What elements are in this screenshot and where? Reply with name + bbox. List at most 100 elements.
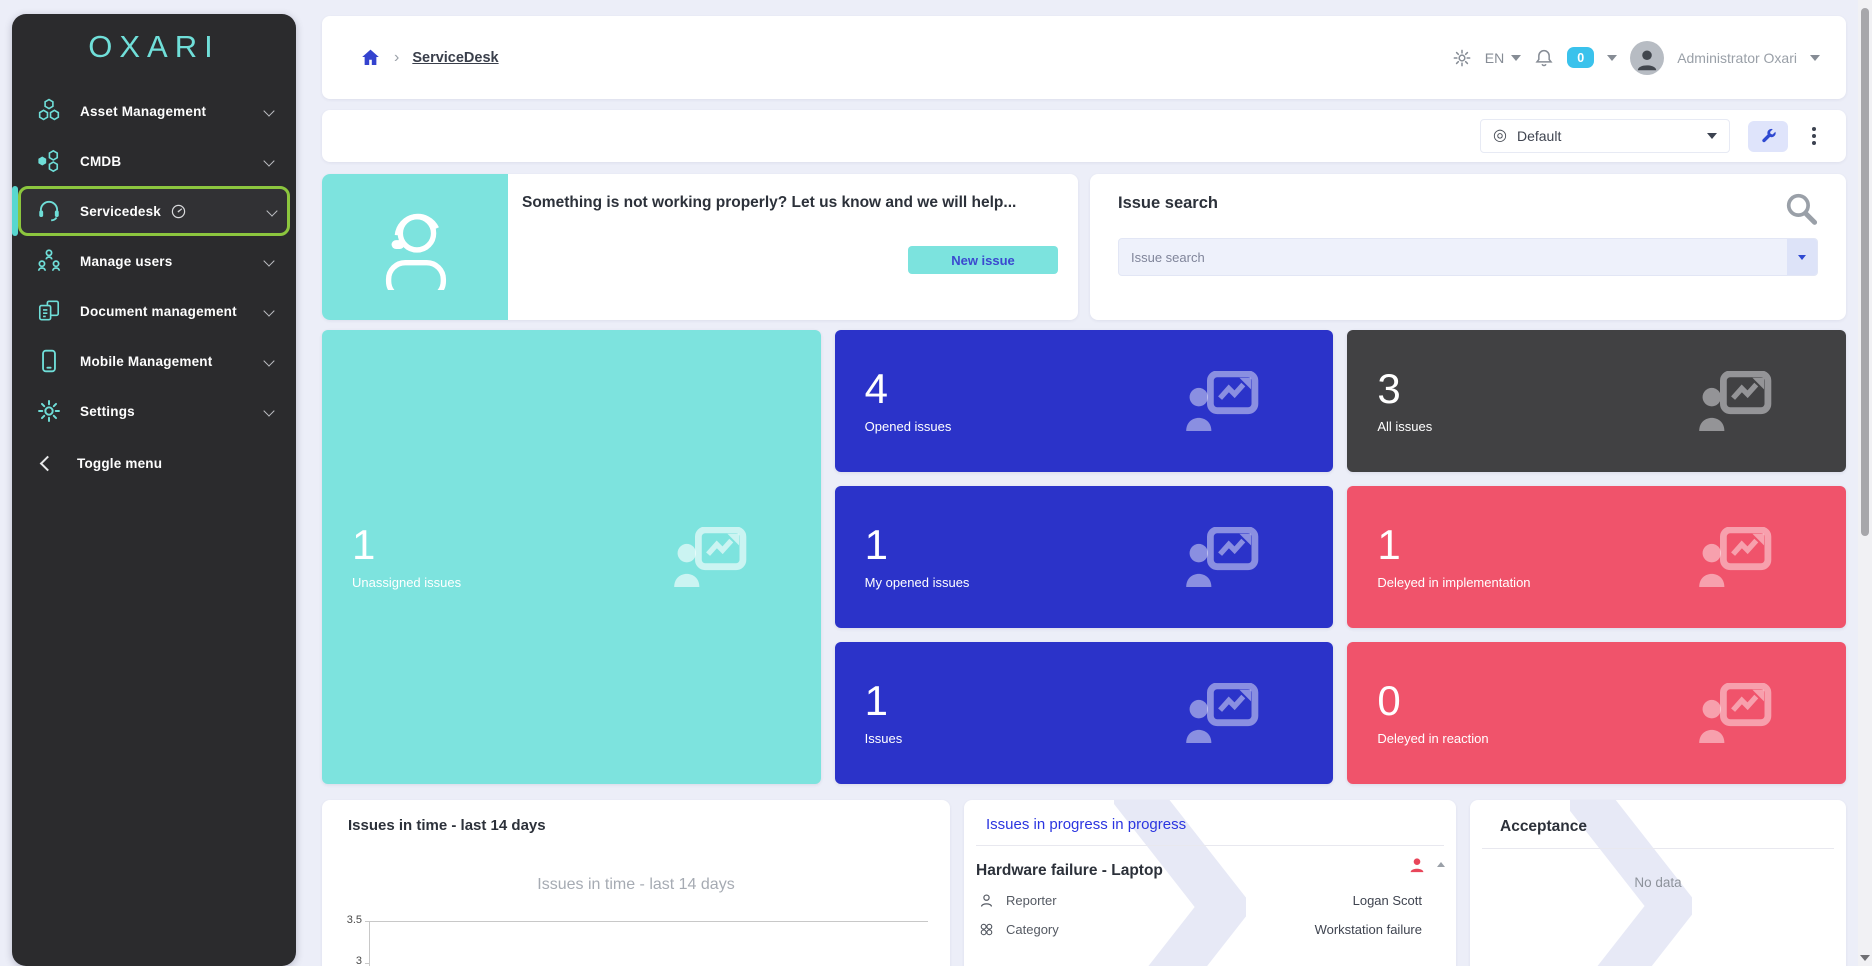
- help-message: Something is not working properly? Let u…: [522, 194, 1016, 212]
- sidebar: OXARI Asset Management CMDB Servicedesk …: [12, 14, 296, 966]
- configure-dashboard-button[interactable]: [1748, 121, 1788, 152]
- sidebar-item-document-management[interactable]: Document management: [21, 286, 287, 336]
- issue-search-field: [1118, 238, 1818, 276]
- language-label: EN: [1485, 50, 1504, 66]
- gear-icon[interactable]: [1452, 48, 1472, 68]
- chevron-down-icon: [1798, 255, 1806, 260]
- user-menu[interactable]: Administrator Oxari: [1677, 50, 1797, 66]
- tile-label: Issues: [865, 731, 903, 746]
- chevron-down-icon: [1511, 55, 1521, 61]
- tile-value: 1: [865, 680, 903, 722]
- headset-person-icon: [372, 204, 458, 290]
- tile-value: 1: [352, 524, 461, 566]
- issue-field-row: Category Workstation failure: [978, 921, 1422, 938]
- breadcrumb-current[interactable]: ServiceDesk: [412, 50, 498, 66]
- tile-opened-issues[interactable]: 4 Opened issues: [835, 330, 1334, 472]
- header-actions: EN 0 Administrator Oxari: [1452, 41, 1820, 75]
- scrollbar-thumb[interactable]: [1861, 8, 1869, 536]
- chevron-down-icon: [266, 205, 277, 216]
- new-issue-button[interactable]: New issue: [908, 246, 1058, 274]
- sidebar-item-settings[interactable]: Settings: [21, 386, 287, 436]
- divider: [976, 845, 1444, 846]
- chevron-down-icon[interactable]: [1810, 55, 1820, 61]
- y-axis-tick: 3.5: [334, 914, 362, 926]
- sidebar-item-mobile-management[interactable]: Mobile Management: [21, 336, 287, 386]
- kpi-tiles: 1 Unassigned issues 4 Opened issues 3 Al…: [322, 330, 1846, 784]
- search-icon: [1783, 190, 1820, 227]
- sidebar-item-asset-management[interactable]: Asset Management: [21, 86, 287, 136]
- field-value: Workstation failure: [1315, 922, 1422, 937]
- issue-search-title: Issue search: [1118, 194, 1218, 213]
- tile-label: Deleyed in reaction: [1377, 731, 1488, 746]
- sidebar-item-servicedesk[interactable]: Servicedesk: [18, 186, 290, 236]
- tile-delayed-in-implementation[interactable]: 1 Deleyed in implementation: [1347, 486, 1846, 628]
- chevron-down-icon: [1707, 133, 1717, 139]
- tile-value: 1: [865, 524, 970, 566]
- field-value: Logan Scott: [1353, 893, 1422, 908]
- tile-label: Unassigned issues: [352, 575, 461, 590]
- report-presentation-icon: [1698, 683, 1772, 743]
- chart-plot-area: [369, 921, 928, 966]
- home-icon[interactable]: [360, 47, 381, 68]
- tile-label: Deleyed in implementation: [1377, 575, 1530, 590]
- asset-management-icon: [36, 98, 62, 124]
- help-panel: [322, 174, 508, 320]
- chevron-down-icon[interactable]: [1607, 55, 1617, 61]
- tile-unassigned-issues[interactable]: 1 Unassigned issues: [322, 330, 821, 784]
- field-label: Category: [1006, 922, 1059, 937]
- no-data-text: No data: [1470, 875, 1846, 890]
- notifications-badge: 0: [1567, 47, 1594, 68]
- sidebar-item-manage-users[interactable]: Manage users: [21, 236, 287, 286]
- tile-value: 4: [865, 368, 952, 410]
- issues-in-progress-title[interactable]: Issues in progress in progress: [964, 800, 1456, 833]
- field-label: Reporter: [1006, 893, 1057, 908]
- chevron-down-icon: [263, 305, 274, 316]
- report-presentation-icon: [1698, 527, 1772, 587]
- report-presentation-icon: [673, 527, 747, 587]
- scrollbar-down-arrow[interactable]: [1860, 955, 1870, 961]
- divider: [1482, 848, 1834, 849]
- servicedesk-dashboard: OXARI Asset Management CMDB Servicedesk …: [0, 0, 1872, 966]
- issue-item-title[interactable]: Hardware failure - Laptop: [976, 862, 1456, 880]
- page-scrollbar[interactable]: [1858, 0, 1872, 966]
- toggle-menu-button[interactable]: Toggle menu: [21, 438, 287, 488]
- y-axis-tick: 3: [334, 955, 362, 966]
- person-icon: [978, 892, 995, 909]
- document-management-icon: [36, 298, 62, 324]
- issue-search-card: Issue search: [1090, 174, 1846, 320]
- avatar[interactable]: [1630, 41, 1664, 75]
- tile-label: All issues: [1377, 419, 1432, 434]
- dashboard-select[interactable]: ◎ Default: [1480, 119, 1730, 153]
- card-title: Issues in time - last 14 days: [322, 800, 950, 834]
- chevron-down-icon: [263, 155, 274, 166]
- chart-title: Issues in time - last 14 days: [322, 876, 950, 894]
- issue-field-row: Reporter Logan Scott: [978, 892, 1422, 909]
- chevron-down-icon: [263, 355, 274, 366]
- servicedesk-icon: [36, 198, 62, 224]
- tile-my-opened-issues[interactable]: 1 My opened issues: [835, 486, 1334, 628]
- manage-users-icon: [36, 248, 62, 274]
- chevron-left-icon: [40, 455, 56, 471]
- breadcrumb-separator: ›: [394, 49, 399, 67]
- target-icon: ◎: [1493, 128, 1507, 144]
- report-presentation-icon: [1185, 683, 1259, 743]
- report-presentation-icon: [1698, 371, 1772, 431]
- tile-value: 3: [1377, 368, 1432, 410]
- language-selector[interactable]: EN: [1485, 50, 1521, 66]
- acceptance-title: Acceptance: [1470, 800, 1846, 836]
- search-dropdown-arrow[interactable]: [1787, 239, 1817, 275]
- chevron-down-icon: [263, 405, 274, 416]
- report-presentation-icon: [1185, 371, 1259, 431]
- tile-all-issues[interactable]: 3 All issues: [1347, 330, 1846, 472]
- tile-issues[interactable]: 1 Issues: [835, 642, 1334, 784]
- mobile-management-icon: [36, 348, 62, 374]
- tile-value: 0: [1377, 680, 1488, 722]
- sidebar-item-cmdb[interactable]: CMDB: [21, 136, 287, 186]
- cmdb-icon: [36, 148, 62, 174]
- issues-in-time-card: Issues in time - last 14 days Issues in …: [322, 800, 950, 966]
- issue-search-input[interactable]: [1119, 239, 1787, 275]
- tile-delayed-in-reaction[interactable]: 0 Deleyed in reaction: [1347, 642, 1846, 784]
- kebab-menu-icon[interactable]: [1806, 125, 1822, 147]
- bell-icon[interactable]: [1534, 48, 1554, 68]
- new-issue-card: Something is not working properly? Let u…: [322, 174, 1078, 320]
